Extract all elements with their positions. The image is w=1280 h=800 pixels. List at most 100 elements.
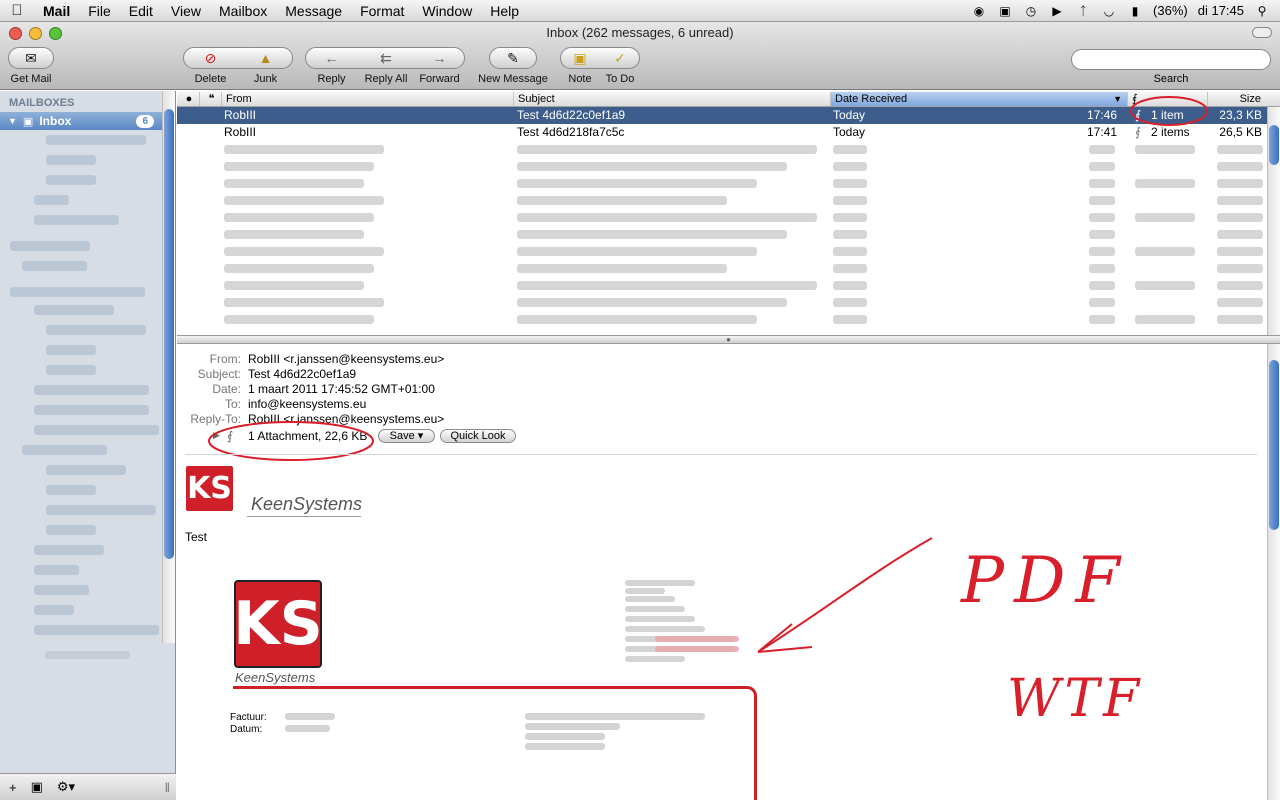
note-button[interactable]: ▣ Note	[560, 47, 600, 86]
menu-edit[interactable]: Edit	[120, 0, 162, 22]
reply-all-label: Reply All	[364, 73, 408, 85]
table-row[interactable]: RobIII Test 4d6d22c0ef1a9 Today 17:46 ⨐ …	[177, 107, 1267, 124]
battery-percent: (36%)	[1153, 3, 1188, 18]
time-machine-icon[interactable]: ◷	[1023, 4, 1039, 18]
blurred-placeholder	[46, 525, 96, 535]
menu-view[interactable]: View	[162, 0, 210, 22]
menu-help[interactable]: Help	[481, 0, 528, 22]
blurred-placeholder	[1089, 298, 1115, 307]
save-attachment-button[interactable]: Save ▾	[378, 429, 435, 443]
header-to-label: To:	[224, 397, 241, 411]
toolbar-toggle-button[interactable]	[1252, 27, 1272, 38]
blurred-placeholder	[517, 145, 817, 154]
get-mail-button[interactable]: ✉ Get Mail	[6, 47, 56, 85]
menu-mailbox[interactable]: Mailbox	[210, 0, 276, 22]
menu-message[interactable]: Message	[276, 0, 351, 22]
disclosure-triangle-icon[interactable]: ▼	[8, 116, 17, 126]
blurred-placeholder	[833, 264, 867, 273]
sidebar-scrollbar[interactable]	[162, 91, 175, 643]
sync-icon[interactable]: ▣	[997, 4, 1013, 18]
menu-app-mail[interactable]: Mail	[34, 0, 79, 22]
blurred-placeholder	[655, 636, 739, 642]
menu-window[interactable]: Window	[413, 0, 481, 22]
reply-arrow-icon: ←	[324, 50, 339, 66]
quick-look-button[interactable]: Quick Look	[440, 429, 516, 443]
invoice-date-label: Datum:	[230, 724, 263, 735]
blurred-placeholder	[1217, 145, 1263, 154]
forward-button[interactable]: → Forward	[414, 47, 465, 85]
blurred-placeholder	[1089, 247, 1115, 256]
annotation-circle-attachment-summary	[208, 421, 374, 461]
column-from[interactable]: From	[221, 92, 513, 106]
blurred-placeholder	[10, 287, 145, 297]
blurred-placeholder	[224, 264, 374, 273]
row-from: RobIII	[224, 108, 257, 122]
sidebar-scroll-thumb[interactable]	[164, 109, 174, 559]
junk-button[interactable]: ▲ Junk	[238, 47, 293, 85]
blurred-placeholder	[833, 281, 867, 290]
volume-icon[interactable]: ▶	[1049, 4, 1065, 18]
resize-handle-icon[interactable]: ‖	[165, 780, 170, 795]
header-to-value[interactable]: info@keensystems.eu	[248, 397, 366, 411]
table-row[interactable]: RobIII Test 4d6d218fa7c5c Today 17:41 ⨐ …	[177, 124, 1267, 141]
unread-column-icon[interactable]: ●	[177, 92, 197, 106]
spotlight-icon[interactable]: ⚲	[1254, 4, 1270, 18]
menu-clock[interactable]: di 17:45	[1198, 3, 1244, 18]
delete-button[interactable]: ⊘ Delete	[183, 47, 238, 86]
blurred-placeholder	[224, 298, 384, 307]
blurred-placeholder	[1217, 213, 1263, 222]
blurred-placeholder	[1089, 264, 1115, 273]
blurred-placeholder	[34, 545, 104, 555]
annotation-wtf-text: WTF	[1007, 669, 1144, 729]
new-message-label: New Message	[478, 73, 548, 85]
header-from-value[interactable]: RobIII <r.janssen@keensystems.eu>	[248, 352, 444, 366]
gear-icon[interactable]: ⚙▾	[57, 779, 75, 795]
blurred-placeholder	[1135, 281, 1195, 290]
reply-all-icon: ⇇	[380, 49, 392, 66]
get-mail-label: Get Mail	[10, 73, 52, 85]
sidebar-item-inbox[interactable]: ▼ ▣ Inbox 6	[0, 112, 162, 130]
split-view-divider[interactable]: ●	[177, 335, 1280, 344]
activity-area	[0, 648, 176, 661]
window-title: Inbox (262 messages, 6 unread)	[546, 25, 734, 40]
column-date-received[interactable]: Date Received ▼	[830, 92, 1127, 106]
list-scroll-thumb[interactable]	[1269, 125, 1279, 165]
flag-column-icon[interactable]: ❝	[199, 92, 219, 106]
add-mailbox-icon[interactable]: +	[9, 780, 17, 795]
wifi-icon[interactable]: ◡	[1101, 4, 1117, 18]
message-scrollbar[interactable]	[1267, 344, 1280, 800]
bluetooth-icon[interactable]: ᛏ	[1075, 4, 1091, 18]
column-subject[interactable]: Subject	[513, 92, 829, 106]
message-scroll-thumb[interactable]	[1269, 360, 1279, 530]
show-activity-icon[interactable]: ▣	[31, 779, 43, 795]
todo-button[interactable]: ✓ To Do	[600, 47, 640, 86]
column-size[interactable]: Size	[1207, 92, 1267, 106]
save-label: Save	[389, 430, 415, 442]
battery-icon[interactable]: ▮	[1127, 4, 1143, 18]
new-message-button[interactable]: ✎ New Message	[476, 47, 550, 85]
junk-label: Junk	[253, 73, 278, 85]
blurred-placeholder	[1217, 196, 1263, 205]
blurred-placeholder	[34, 305, 114, 315]
blurred-placeholder	[517, 298, 787, 307]
apple-menu-icon[interactable]: 	[0, 2, 34, 19]
blurred-placeholder	[517, 247, 757, 256]
annotation-arrow	[757, 537, 933, 653]
todo-label: To Do	[605, 73, 635, 85]
binoculars-icon[interactable]: ◉	[971, 4, 987, 18]
reply-all-button[interactable]: ⇇ Reply All	[358, 47, 414, 86]
mailbox-sidebar: MAILBOXES ▼ ▣ Inbox 6 + ▣ ⚙▾ ‖	[0, 91, 176, 800]
window-toolbar: Inbox (262 messages, 6 unread) ✉ Get Mai…	[0, 22, 1280, 90]
header-date-label: Date:	[212, 382, 241, 396]
blurred-placeholder	[224, 179, 364, 188]
message-view: From: RobIII <r.janssen@keensystems.eu> …	[177, 344, 1267, 800]
blurred-placeholder	[46, 505, 156, 515]
menu-format[interactable]: Format	[351, 0, 413, 22]
menu-file[interactable]: File	[79, 0, 120, 22]
reply-button[interactable]: ← Reply	[305, 47, 358, 85]
blurred-placeholder	[1217, 264, 1263, 273]
blurred-placeholder	[1089, 196, 1115, 205]
blurred-placeholder	[285, 713, 335, 720]
search-input[interactable]	[1071, 49, 1271, 70]
list-scrollbar[interactable]	[1267, 107, 1280, 335]
